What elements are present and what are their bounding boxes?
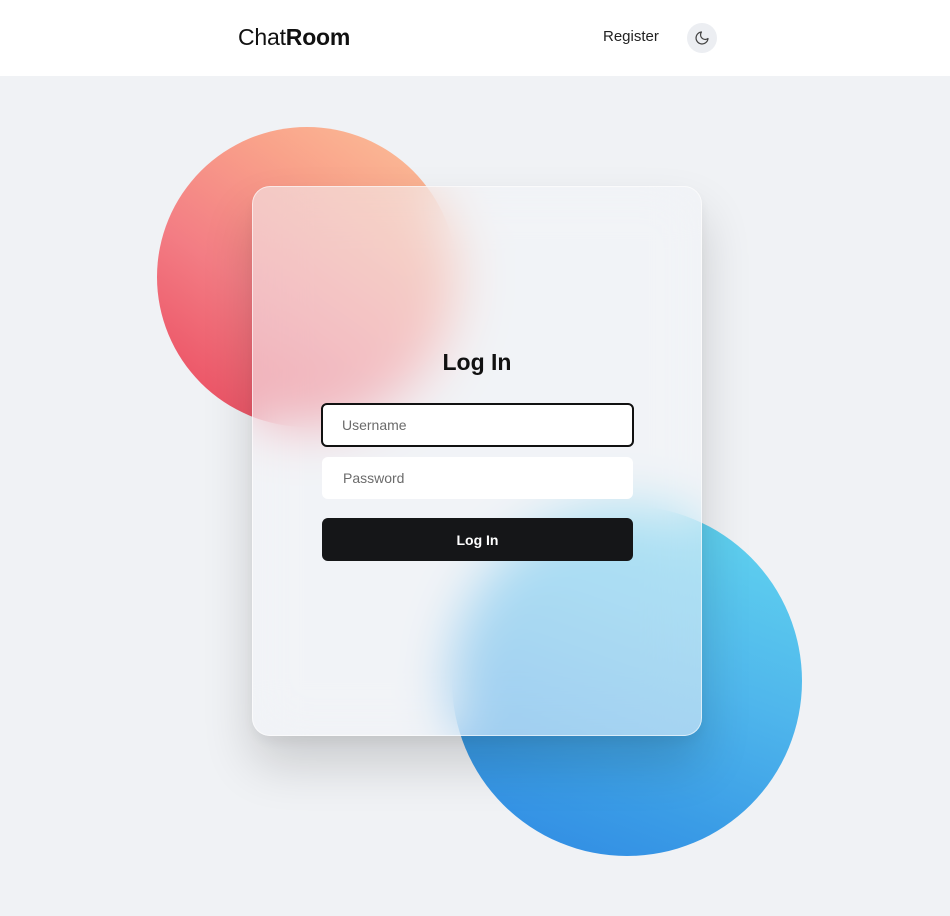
theme-toggle-button[interactable] [687,23,717,53]
login-card: Log In Log In [252,186,702,736]
moon-icon [695,31,709,45]
brand-logo-part-room: Room [285,24,351,50]
password-input[interactable] [322,457,633,499]
login-button[interactable]: Log In [322,518,633,561]
top-navbar: ChatRoom Register [0,0,950,76]
brand-logo-part-chat: Chat [238,24,286,50]
brand-logo[interactable]: ChatRoom [238,24,350,51]
login-title: Log In [442,349,512,375]
username-input[interactable] [321,403,634,447]
register-link[interactable]: Register [603,28,659,45]
